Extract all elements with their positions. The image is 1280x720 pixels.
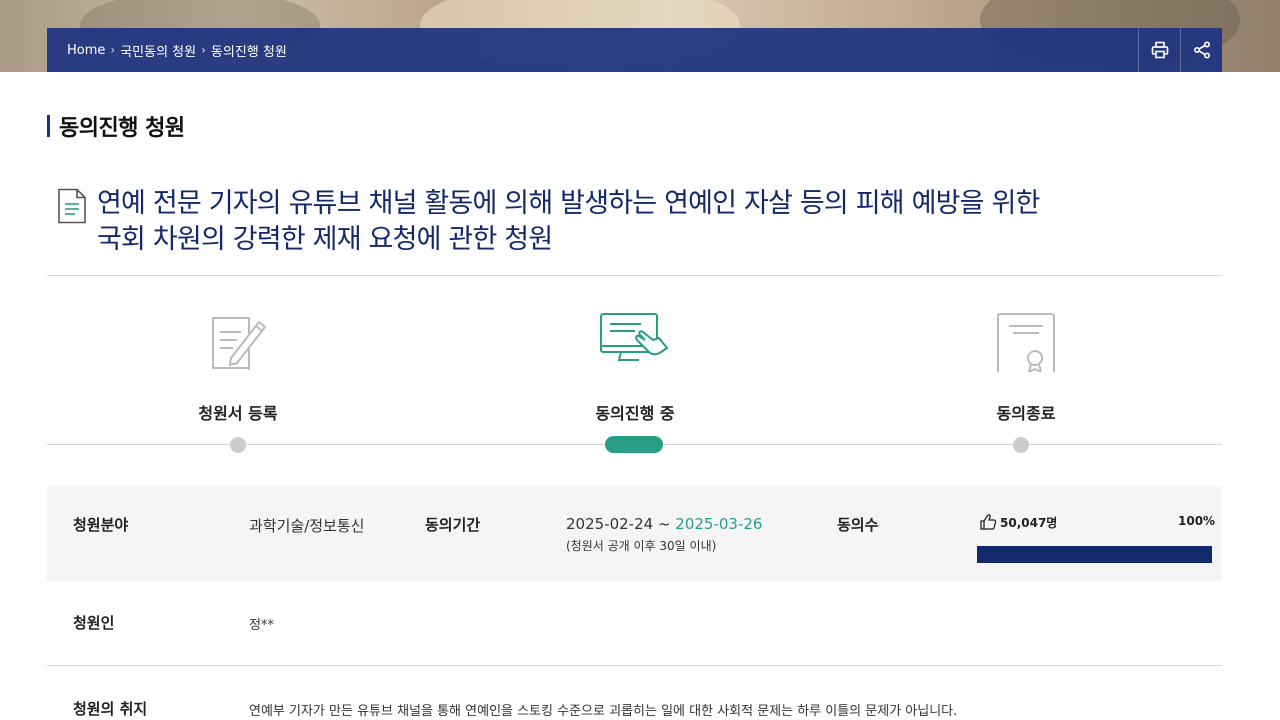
page-title: 동의진행 청원 <box>47 112 185 141</box>
step-in-progress: 동의진행 중 <box>515 300 755 424</box>
breadcrumb-petitions[interactable]: 국민동의 청원 <box>120 41 196 60</box>
votes-progress-fill <box>977 546 1212 563</box>
petitioner-label: 청원인 <box>73 614 115 632</box>
step-label-closed: 동의종료 <box>996 404 1056 423</box>
period-separator: ~ <box>653 515 676 533</box>
votes-percent: 100% <box>1178 514 1216 528</box>
votes-label: 동의수 <box>837 516 879 534</box>
votes-count: 50,047명 <box>979 513 1057 531</box>
thumbs-up-icon <box>980 514 997 530</box>
period-label: 동의기간 <box>425 516 481 534</box>
progress-steps: 청원서 등록 동의진행 중 동의종료 <box>47 300 1222 460</box>
certificate-icon <box>997 313 1055 372</box>
petition-title-line1: 연예 전문 기자의 유튜브 채널 활동에 의해 발생하는 연예인 자살 등의 피… <box>97 188 1040 219</box>
petitioner-value: 정** <box>249 618 274 633</box>
share-icon <box>1193 41 1210 59</box>
breadcrumb-current[interactable]: 동의진행 청원 <box>211 41 287 60</box>
petition-title-line2: 국회 차원의 강력한 제재 요청에 관한 청원 <box>97 224 553 255</box>
breadcrumb-bar: Home › 국민동의 청원 › 동의진행 청원 <box>47 28 1222 72</box>
document-icon <box>58 188 86 224</box>
petition-info-table: 청원분야 과학기술/정보통신 동의기간 2025-02-24 ~ 2025-03… <box>47 486 1222 581</box>
petition-title: 연예 전문 기자의 유튜브 채널 활동에 의해 발생하는 연예인 자살 등의 피… <box>56 186 1216 258</box>
title-divider <box>47 275 1222 276</box>
breadcrumb-separator: › <box>110 43 116 57</box>
petition-title-text: 연예 전문 기자의 유튜브 채널 활동에 의해 발생하는 연예인 자살 등의 피… <box>97 186 1040 258</box>
step-closed: 동의종료 <box>906 300 1146 424</box>
step-label-in-progress: 동의진행 중 <box>595 404 675 423</box>
votes-value: 50,047명 <box>1000 515 1058 530</box>
page-title-text: 동의진행 청원 <box>59 116 185 141</box>
category-value: 과학기술/정보통신 <box>249 517 365 535</box>
purpose-label: 청원의 취지 <box>73 700 148 718</box>
period-note: (청원서 공개 이후 30일 이내) <box>566 539 717 553</box>
category-label: 청원분야 <box>73 516 129 534</box>
print-button[interactable] <box>1138 28 1180 72</box>
period-value: 2025-02-24 ~ 2025-03-26 <box>566 515 762 533</box>
period-start: 2025-02-24 <box>566 515 654 533</box>
share-button[interactable] <box>1180 28 1222 72</box>
step-indicator-active <box>605 436 663 453</box>
votes-progress-bar <box>977 546 1212 563</box>
breadcrumb-separator: › <box>201 43 206 57</box>
purpose-value: 연예부 기자가 만든 유튜브 채널을 통해 연예인을 스토킹 수준으로 괴롭히는… <box>249 704 958 719</box>
step-dot-closed <box>1013 437 1029 453</box>
step-registration: 청원서 등록 <box>118 300 358 424</box>
step-dot-registration <box>230 437 246 453</box>
period-end: 2025-03-26 <box>675 515 763 533</box>
breadcrumb: Home › 국민동의 청원 › 동의진행 청원 <box>47 41 1138 60</box>
step-label-registration: 청원서 등록 <box>198 404 278 423</box>
monitor-click-icon <box>600 313 669 361</box>
title-accent-bar <box>47 115 50 137</box>
breadcrumb-home[interactable]: Home <box>67 43 105 58</box>
document-pen-icon <box>212 317 267 370</box>
row-divider <box>47 665 1222 666</box>
print-icon <box>1151 41 1168 59</box>
